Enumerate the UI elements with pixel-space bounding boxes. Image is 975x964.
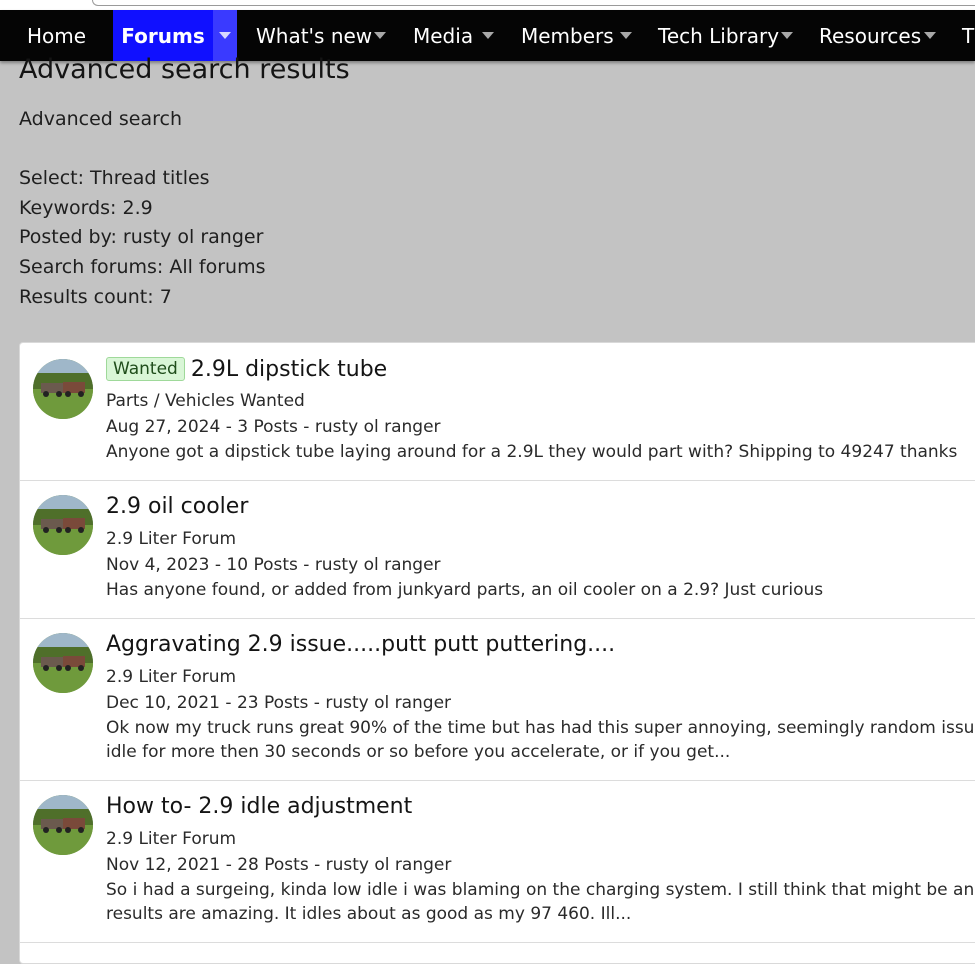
search-results-list: Wanted 2.9L dipstick tube Parts / Vehicle… [19,342,975,964]
avatar-image [33,633,93,693]
chevron-down-icon [924,32,936,39]
search-result: Aggravating 2.9 issue.....putt putt putt… [20,619,975,781]
avatar-image [33,795,93,855]
result-title-text: How to- 2.9 idle adjustment [106,794,413,819]
nav-members-label: Members [521,23,614,48]
search-result: How to- 2.9 idle adjustment 2.9 Liter Fo… [20,781,975,943]
avatar[interactable] [33,359,93,419]
result-snippet-line: idle for more then 30 seconds or so befo… [106,742,731,762]
result-forum-link[interactable]: 2.9 Liter Forum [106,667,236,687]
result-snippet: Ok now my truck runs great 90% of the ti… [106,716,975,764]
chevron-down-icon [620,32,632,39]
nav-media-label: Media [413,23,474,48]
search-result: Wanted 2.9L dipstick tube Parts / Vehicle… [20,343,975,481]
criteria-posted-by: Posted by: rusty ol ranger [19,226,264,249]
avatar-image [33,495,93,555]
avatar-image [33,359,93,419]
nav-media[interactable]: Media [413,10,473,61]
result-snippet: Has anyone found, or added from junkyard… [106,578,975,602]
page-title: Advanced search results [19,54,350,85]
result-title-link[interactable]: How to- 2.9 idle adjustment [106,794,412,819]
result-meta: Aug 27, 2024 - 3 Posts - rusty ol ranger [106,417,441,437]
nav-overflow-label: T [962,23,975,48]
result-title-link[interactable]: 2.9 oil cooler [106,494,248,519]
nav-members-dropdown[interactable] [614,10,638,61]
nav-resources[interactable]: Resources [819,10,921,61]
chevron-down-icon [482,32,494,39]
search-criteria: Select: Thread titles Keywords: 2.9 Post… [19,166,266,314]
chevron-down-icon [219,32,231,39]
result-snippet-line: Anyone got a dipstick tube laying around… [106,442,958,462]
nav-whats-new-label: What's new [256,23,373,48]
browser-top-strip [0,0,975,10]
result-snippet-line: Ok now my truck runs great 90% of the ti… [106,718,975,738]
result-title-link[interactable]: Wanted 2.9L dipstick tube [106,357,387,382]
status-badge[interactable]: Wanted [106,357,185,381]
result-forum-link[interactable]: 2.9 Liter Forum [106,529,236,549]
result-meta: Nov 12, 2021 - 28 Posts - rusty ol range… [106,855,452,875]
search-result: 2.9 oil cooler 2.9 Liter Forum Nov 4, 20… [20,481,975,619]
nav-whats-new-dropdown[interactable] [368,10,392,61]
chevron-down-icon [781,32,793,39]
result-title-text: 2.9L dipstick tube [190,357,388,382]
nav-media-dropdown[interactable] [476,10,500,61]
avatar[interactable] [33,795,93,855]
nav-tech-library-dropdown[interactable] [775,10,799,61]
nav-resources-dropdown[interactable] [918,10,942,61]
nav-members[interactable]: Members [521,10,614,61]
browser-url-bar-edge [92,0,975,6]
result-snippet-line: Has anyone found, or added from junkyard… [106,580,824,600]
nav-overflow-item[interactable]: T [962,10,974,61]
nav-tech-library-label: Tech Library [658,23,780,48]
result-title-text: 2.9 oil cooler [106,494,249,519]
nav-home-label: Home [26,23,87,48]
result-snippet-line: results are amazing. It idles about as g… [106,904,632,924]
result-forum-link[interactable]: 2.9 Liter Forum [106,829,236,849]
criteria-results-count: Results count: 7 [19,285,172,308]
result-meta: Dec 10, 2021 - 23 Posts - rusty ol range… [106,693,452,713]
result-title-text: Aggravating 2.9 issue.....putt putt putt… [106,632,616,657]
nav-tech-library[interactable]: Tech Library [658,10,779,61]
chevron-down-icon [374,32,386,39]
result-snippet: So i had a surgeing, kinda low idle i wa… [106,878,975,926]
result-snippet: Anyone got a dipstick tube laying around… [106,440,975,464]
result-title-link[interactable]: Aggravating 2.9 issue.....putt putt putt… [106,632,615,657]
criteria-search-forums: Search forums: All forums [19,256,266,279]
criteria-keywords: Keywords: 2.9 [19,196,153,219]
nav-forums-label: Forums [121,23,205,48]
result-snippet-line: So i had a surgeing, kinda low idle i wa… [106,880,975,900]
criteria-select: Select: Thread titles [19,167,210,189]
nav-resources-label: Resources [819,23,922,48]
result-meta: Nov 4, 2023 - 10 Posts - rusty ol ranger [106,555,441,575]
result-forum-link[interactable]: Parts / Vehicles Wanted [106,391,305,411]
advanced-search-link[interactable]: Advanced search [19,108,182,130]
avatar[interactable] [33,495,93,555]
avatar[interactable] [33,633,93,693]
